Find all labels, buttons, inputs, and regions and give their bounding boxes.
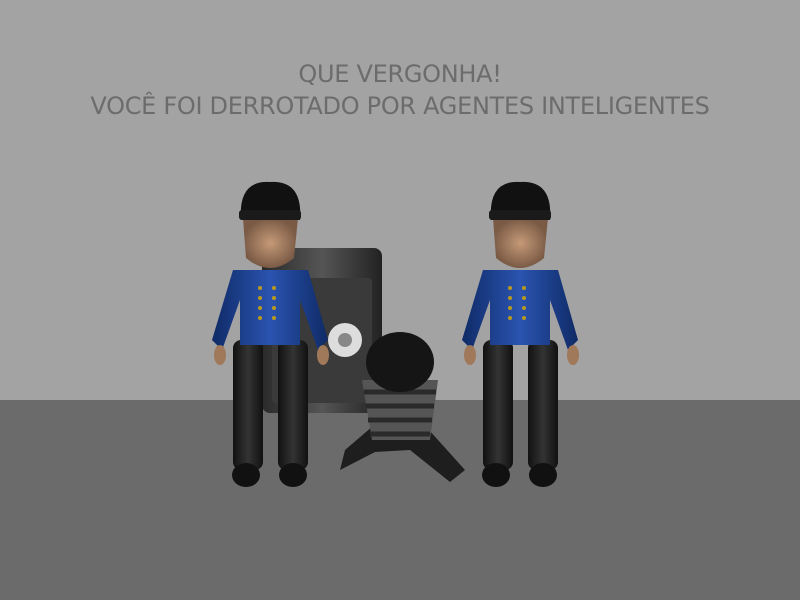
guard-right — [462, 181, 579, 487]
game-scene — [212, 181, 579, 487]
